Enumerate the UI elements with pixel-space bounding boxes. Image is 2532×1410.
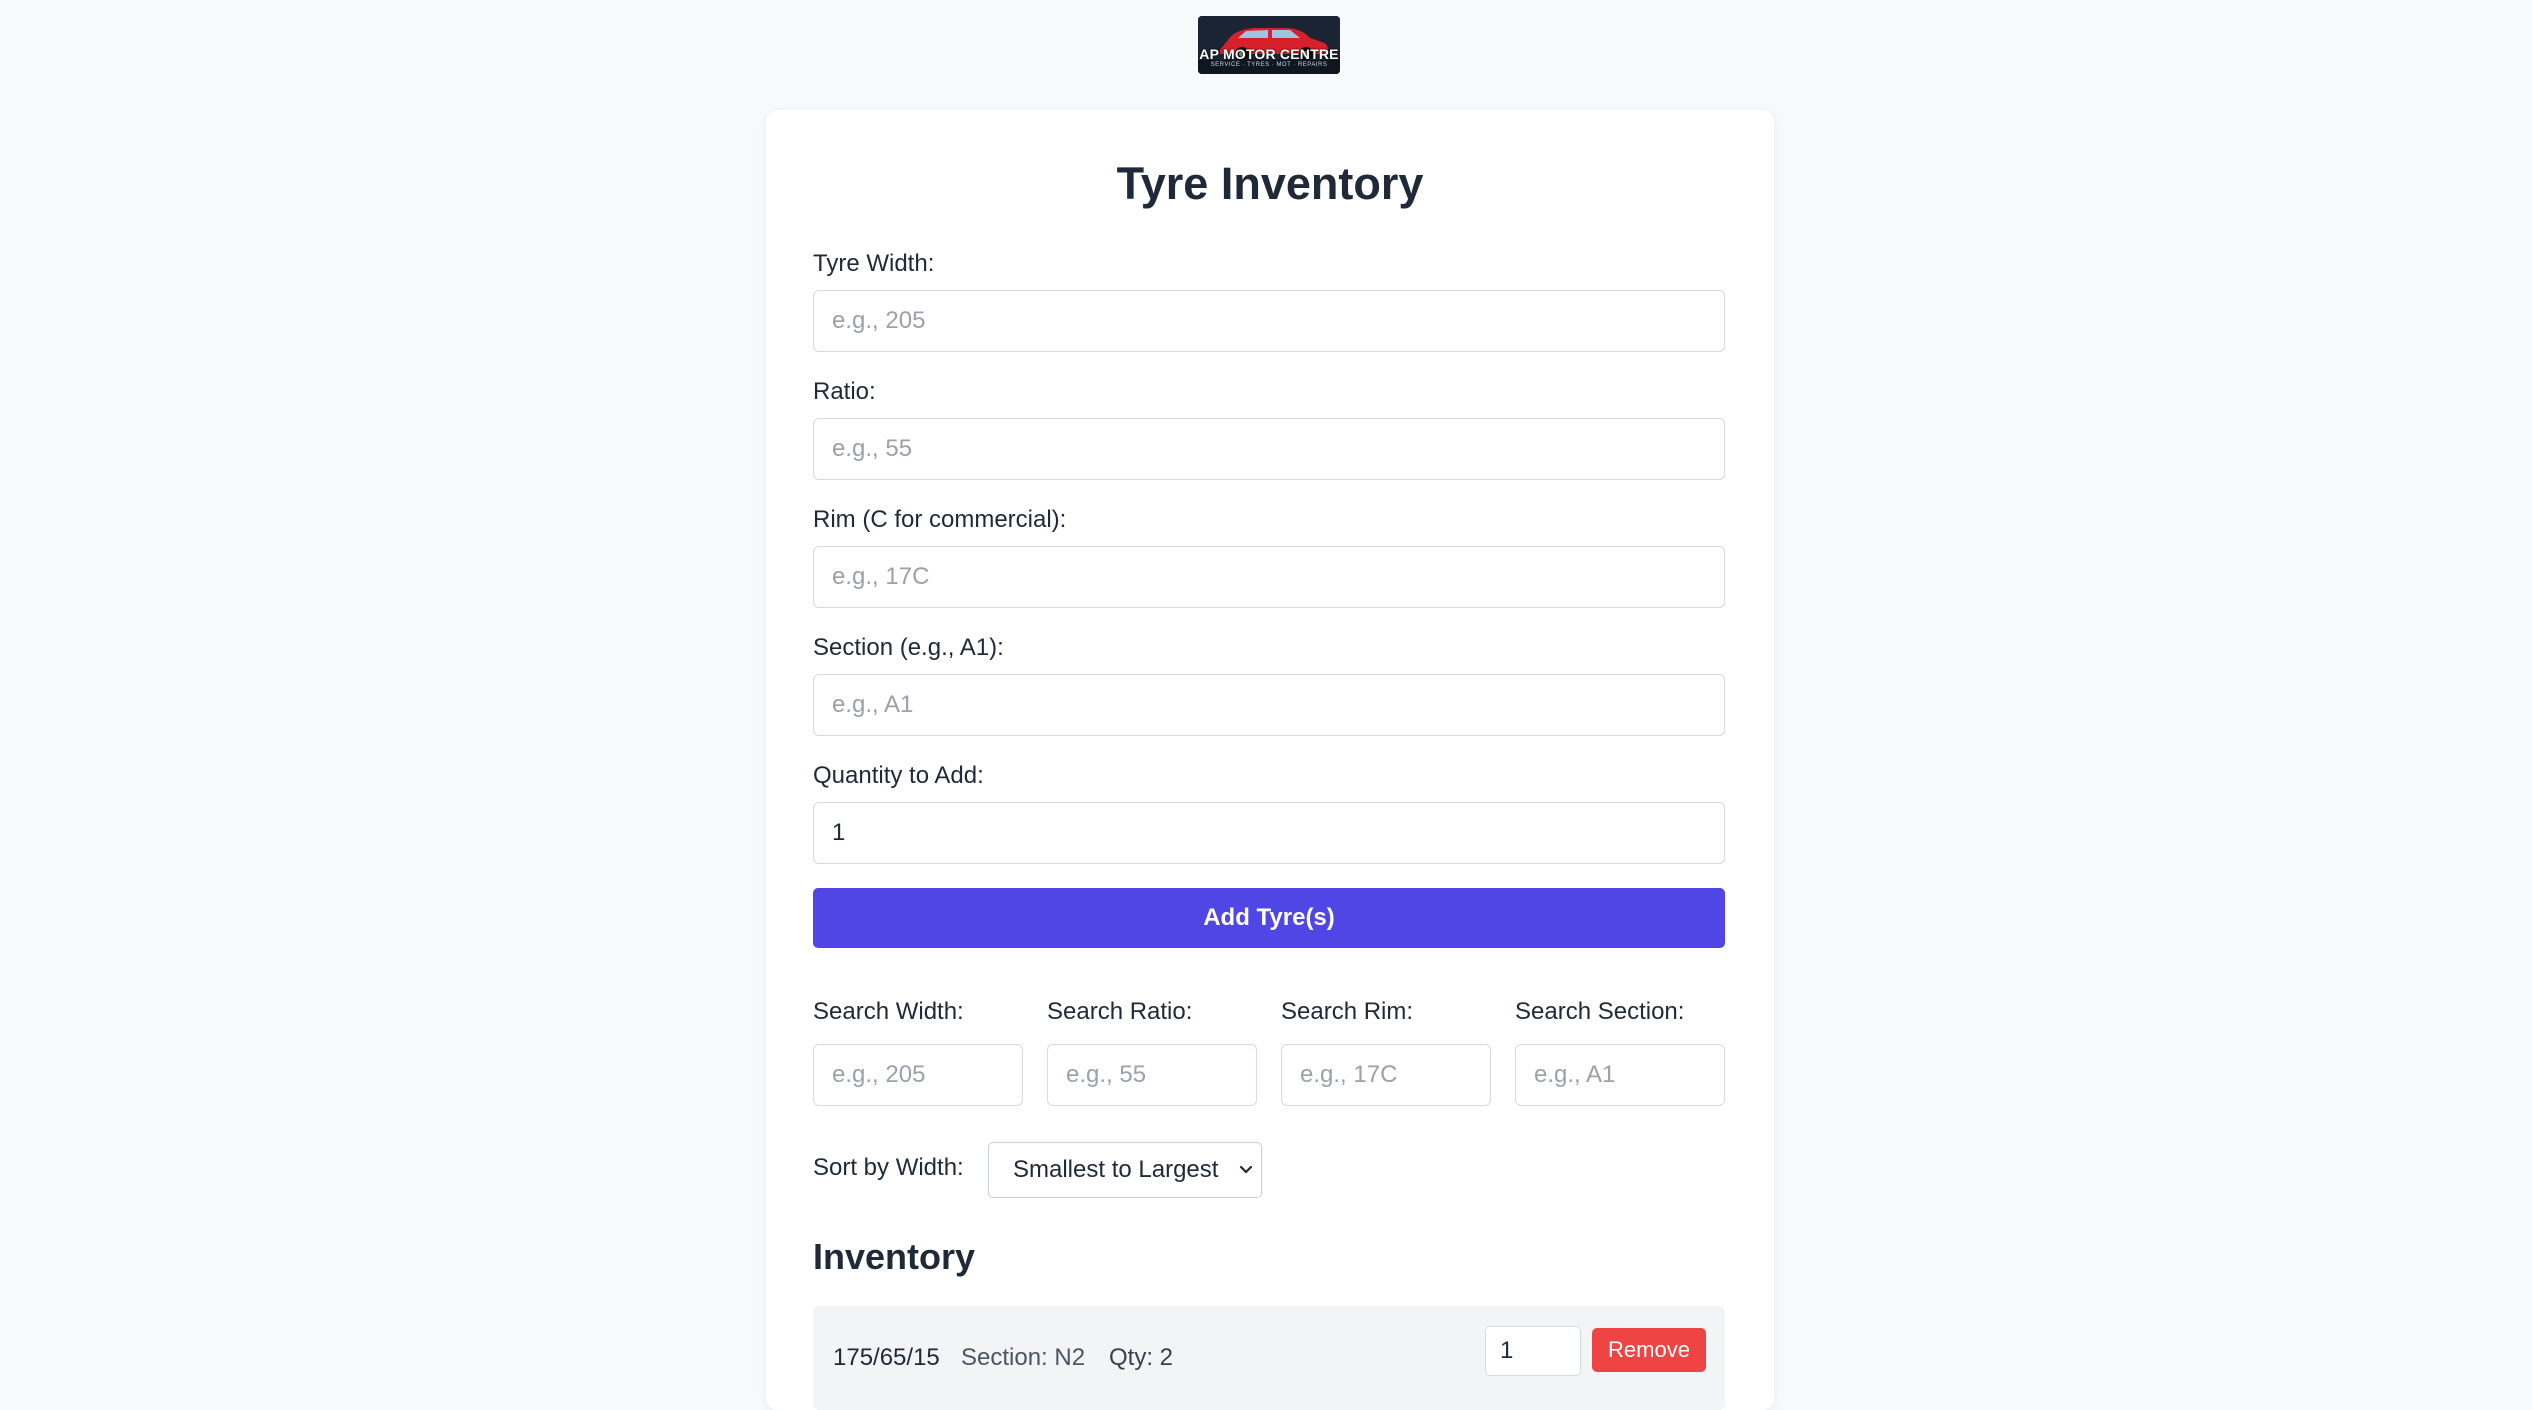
rim-input[interactable] [813, 546, 1725, 608]
tyre-section: Section: N2 [961, 1344, 1086, 1371]
sort-select[interactable]: Smallest to Largest [988, 1142, 1262, 1198]
ratio-label: Ratio: [813, 378, 876, 405]
remove-quantity-input[interactable] [1485, 1326, 1581, 1376]
search-rim-input[interactable] [1281, 1044, 1491, 1106]
search-section-label: Search Section: [1515, 998, 1685, 1025]
tyre-size: 175/65/15 [833, 1344, 940, 1371]
inventory-title: Inventory [813, 1236, 976, 1277]
search-section-input[interactable] [1515, 1044, 1725, 1106]
quantity-input[interactable] [813, 802, 1725, 864]
tyre-qty: Qty: 2 [1109, 1344, 1174, 1371]
ratio-input[interactable] [813, 418, 1725, 480]
rim-label: Rim (C for commercial): [813, 506, 1067, 533]
search-ratio-label: Search Ratio: [1047, 998, 1193, 1025]
sort-label: Sort by Width: [813, 1154, 964, 1181]
logo-tagline: SERVICE · TYRES · MOT · REPAIRS [1210, 62, 1328, 68]
logo-name: AP MOTOR CENTRE [1199, 46, 1339, 62]
search-rim-label: Search Rim: [1281, 998, 1414, 1025]
tyre-width-label: Tyre Width: [813, 250, 935, 277]
quantity-label: Quantity to Add: [813, 762, 984, 789]
sort-selected-value: Smallest to Largest [1013, 1156, 1219, 1183]
inventory-row: 175/65/15 Section: N2 Qty: 2 Remove [813, 1306, 1725, 1410]
inventory-card: Tyre Inventory Tyre Width: Ratio: Rim (C… [766, 110, 1774, 1410]
section-label: Section (e.g., A1): [813, 634, 1004, 661]
logo: AP MOTOR CENTRE SERVICE · TYRES · MOT · … [1198, 16, 1340, 74]
search-width-label: Search Width: [813, 998, 964, 1025]
search-ratio-input[interactable] [1047, 1044, 1257, 1106]
search-width-input[interactable] [813, 1044, 1023, 1106]
page-title: Tyre Inventory [1116, 158, 1424, 209]
section-input[interactable] [813, 674, 1725, 736]
remove-button[interactable]: Remove [1592, 1328, 1706, 1372]
add-tyres-button[interactable]: Add Tyre(s) [813, 888, 1725, 948]
tyre-width-input[interactable] [813, 290, 1725, 352]
chevron-down-icon [1231, 1165, 1261, 1175]
